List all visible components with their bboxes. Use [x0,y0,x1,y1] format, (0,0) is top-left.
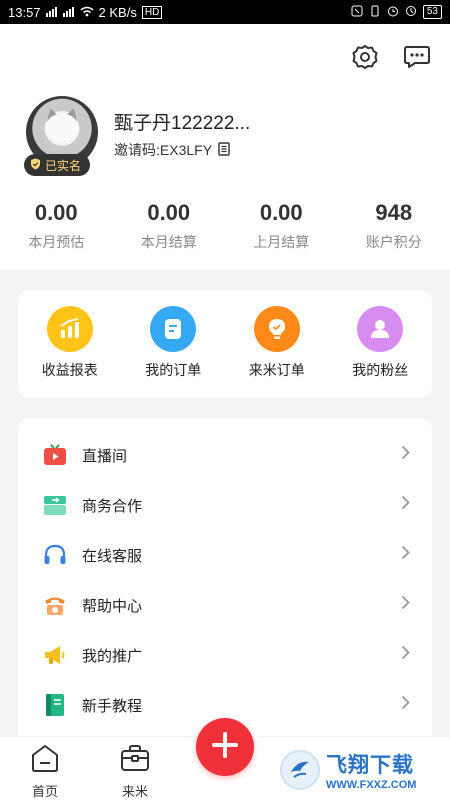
plus-icon [210,730,240,765]
quick-action-my-orders[interactable]: 我的订单 [122,290,226,398]
shield-icon [30,158,41,173]
copy-icon[interactable] [218,141,230,159]
book-icon [42,692,68,718]
stat-label: 账户积分 [365,234,422,250]
chevron-right-icon [401,595,410,615]
quick-action-laimi-orders[interactable]: 来米订单 [225,290,329,398]
profile-header: 已实名 甄子丹122222... 邀请码:EX3LFY 0.00 本月预估 0.… [0,24,450,270]
chat-icon[interactable] [402,42,432,72]
vibrate-icon [369,5,381,20]
wifi-icon [80,5,94,20]
headset-icon [42,542,68,568]
quick-action-label: 收益报表 [41,362,98,378]
stat-label: 本月结算 [140,234,197,250]
verified-badge: 已实名 [24,154,91,176]
phone-icon [42,592,68,618]
menu-item-help-center[interactable]: 帮助中心 [18,580,432,630]
tab-label: 首页 [31,784,58,799]
quick-action-earnings-report[interactable]: 收益报表 [18,290,122,398]
menu-item-online-service[interactable]: 在线客服 [18,530,432,580]
chevron-right-icon [401,645,410,665]
menu-item-label: 帮助中心 [82,597,143,615]
watermark-url: WWW.FXXZ.COM [326,779,417,791]
stat-monthly-settled[interactable]: 0.00 本月结算 [113,200,226,252]
chart-icon [46,306,93,352]
quick-action-my-fans[interactable]: 我的粉丝 [329,290,433,398]
menu-list: 直播间 商务合作 在线客服 帮助中心 我的推广 新手教程 [18,418,432,738]
stat-monthly-estimate[interactable]: 0.00 本月预估 [0,200,113,252]
menu-item-label: 在线客服 [82,547,143,565]
tab-home[interactable]: 首页 [0,737,90,800]
status-bar: 13:57 2 KB/s HD 53 [0,0,450,24]
username: 甄子丹122222... [114,113,251,134]
quick-action-label: 我的粉丝 [352,362,409,378]
megaphone-icon [42,642,68,668]
add-button[interactable] [196,718,254,776]
net-speed: 2 KB/s [98,4,137,20]
menu-item-label: 新手教程 [82,697,143,715]
stat-value: 0.00 [34,200,78,225]
order-icon [150,306,197,352]
stat-label: 本月预估 [28,234,85,250]
hd-label: HD [141,5,163,19]
chevron-right-icon [401,495,410,515]
tab-laimi[interactable]: 来米 [90,737,180,800]
nfc-icon [351,5,363,20]
stat-points[interactable]: 948 账户积分 [338,200,450,252]
invite-code: 邀请码:EX3LFY [114,142,213,158]
menu-item-my-promotion[interactable]: 我的推广 [18,630,432,680]
stats-row: 0.00 本月预估 0.00 本月结算 0.00 上月结算 948 账户积分 [0,200,450,252]
chevron-right-icon [401,545,410,565]
menu-item-business[interactable]: 商务合作 [18,480,432,530]
stat-value: 0.00 [259,200,303,225]
stat-label: 上月结算 [253,234,310,250]
tab-label: 来米 [121,784,148,799]
sync-icon [405,5,417,20]
quick-actions-card: 收益报表 我的订单 来米订单 我的粉丝 [18,290,432,398]
menu-item-live-room[interactable]: 直播间 [18,430,432,480]
quick-action-label: 我的订单 [145,362,202,378]
chevron-right-icon [401,695,410,715]
briefcase-icon [119,743,151,778]
business-icon [42,492,68,518]
site-watermark: 飞翔下载 WWW.FXXZ.COM [280,744,445,796]
signal-icon [45,7,58,17]
quick-action-label: 来米订单 [248,362,305,378]
menu-item-label: 我的推广 [82,647,143,665]
chevron-right-icon [401,445,410,465]
verified-label: 已实名 [45,158,82,173]
fans-icon [357,306,404,352]
invite-code-row: 邀请码:EX3LFY [114,140,230,160]
watermark-logo-icon [280,750,320,790]
status-time: 13:57 [8,4,41,20]
stat-value: 948 [375,200,413,225]
bulb-icon [253,306,300,352]
stat-value: 0.00 [147,200,191,225]
home-icon [29,743,61,778]
alarm-icon [387,5,399,20]
menu-item-label: 商务合作 [82,497,143,515]
stat-last-month-settled[interactable]: 0.00 上月结算 [225,200,338,252]
signal-icon [62,7,75,17]
menu-item-label: 直播间 [82,447,128,465]
battery-indicator: 53 [422,5,442,19]
gear-icon[interactable] [350,42,380,72]
tv-icon [42,442,68,468]
watermark-title: 飞翔下载 [326,754,414,777]
